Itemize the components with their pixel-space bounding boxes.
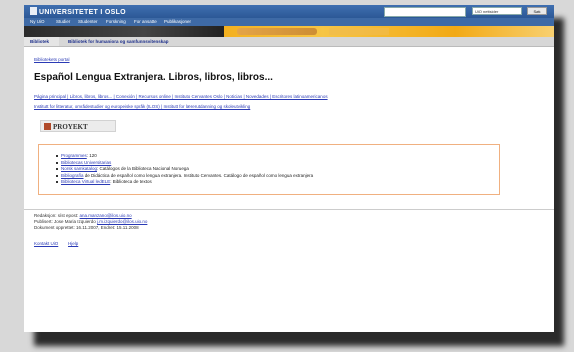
list-item: Biblioteca Virtual ledELE: Biblioteca de… — [55, 179, 313, 186]
resource-link[interactable]: Programmes — [61, 153, 87, 158]
breadcrumb: Bibliotek Bibliotek for humaniora og sam… — [24, 37, 554, 47]
main-nav: Ny UiO Studier Studenter Forskning For a… — [24, 18, 554, 26]
resource-link[interactable]: Bibliotecas Universitarias — [61, 160, 111, 165]
search-scope-select[interactable]: UiO nettsider — [472, 7, 522, 15]
footer-divider — [24, 209, 554, 210]
browser-page: UNIVERSITETET I OSLO UiO nettsider Søk N… — [24, 5, 554, 332]
nav-item[interactable]: Studier — [56, 19, 70, 24]
breadcrumb-item[interactable]: Bibliotek for humaniora og samfunnsviten… — [68, 39, 169, 44]
resource-link[interactable]: Biblioteca Virtual ledELE — [61, 179, 110, 184]
links-row-2[interactable]: Institutt for litteratur, områdestudier … — [34, 104, 250, 109]
resource-link[interactable]: Norsk samkatalog — [61, 166, 97, 171]
email-link[interactable]: j.m.izquierdo@ilos.uio.no — [97, 219, 147, 224]
footer-link-help[interactable]: Hjelp — [68, 241, 78, 246]
uio-seal-icon — [30, 7, 37, 15]
top-banner: UNIVERSITETET I OSLO UiO nettsider Søk — [24, 5, 554, 18]
resource-list: Programmes: 120 Bibliotecas Universitari… — [55, 153, 313, 186]
footer-link-contact[interactable]: Kontakt UiO — [34, 241, 58, 246]
footer-line: Redaksjon: síst epost: ana.manzano@ilos.… — [34, 213, 132, 218]
resources-box: Programmes: 120 Bibliotecas Universitari… — [38, 144, 500, 195]
nav-item[interactable]: For ansatte — [134, 19, 157, 24]
header-image-strip — [24, 26, 554, 37]
nav-item[interactable]: Ny UiO — [30, 19, 45, 24]
nav-item[interactable]: Forskning — [106, 19, 126, 24]
links-row[interactable]: Página principal | Libros, libros, libro… — [34, 94, 328, 99]
footer-line: Dokument opprettet: 16.11.2007, Endret: … — [34, 225, 139, 230]
resource-link[interactable]: Bibliografía — [61, 173, 84, 178]
search-button[interactable]: Søk — [527, 7, 547, 15]
search-input[interactable] — [384, 7, 466, 17]
page-title: Español Lengua Extranjera. Libros, libro… — [34, 72, 273, 83]
nav-item[interactable]: Publikasjoner — [164, 19, 191, 24]
email-link[interactable]: ana.manzano@ilos.uio.no — [80, 213, 132, 218]
logo-text: UNIVERSITETET I OSLO — [39, 9, 126, 16]
back-link[interactable]: Bibliotekets portal — [34, 57, 70, 62]
breadcrumb-item[interactable]: Bibliotek — [24, 37, 59, 46]
uio-logo[interactable]: UNIVERSITETET I OSLO — [30, 7, 126, 16]
nav-item[interactable]: Studenter — [78, 19, 98, 24]
proyekt-icon — [44, 123, 51, 130]
proyekt-logo[interactable]: PROYEKT — [40, 120, 116, 132]
footer-line: Publisert: Jose Maria Izquierdo j.m.izqu… — [34, 219, 148, 224]
